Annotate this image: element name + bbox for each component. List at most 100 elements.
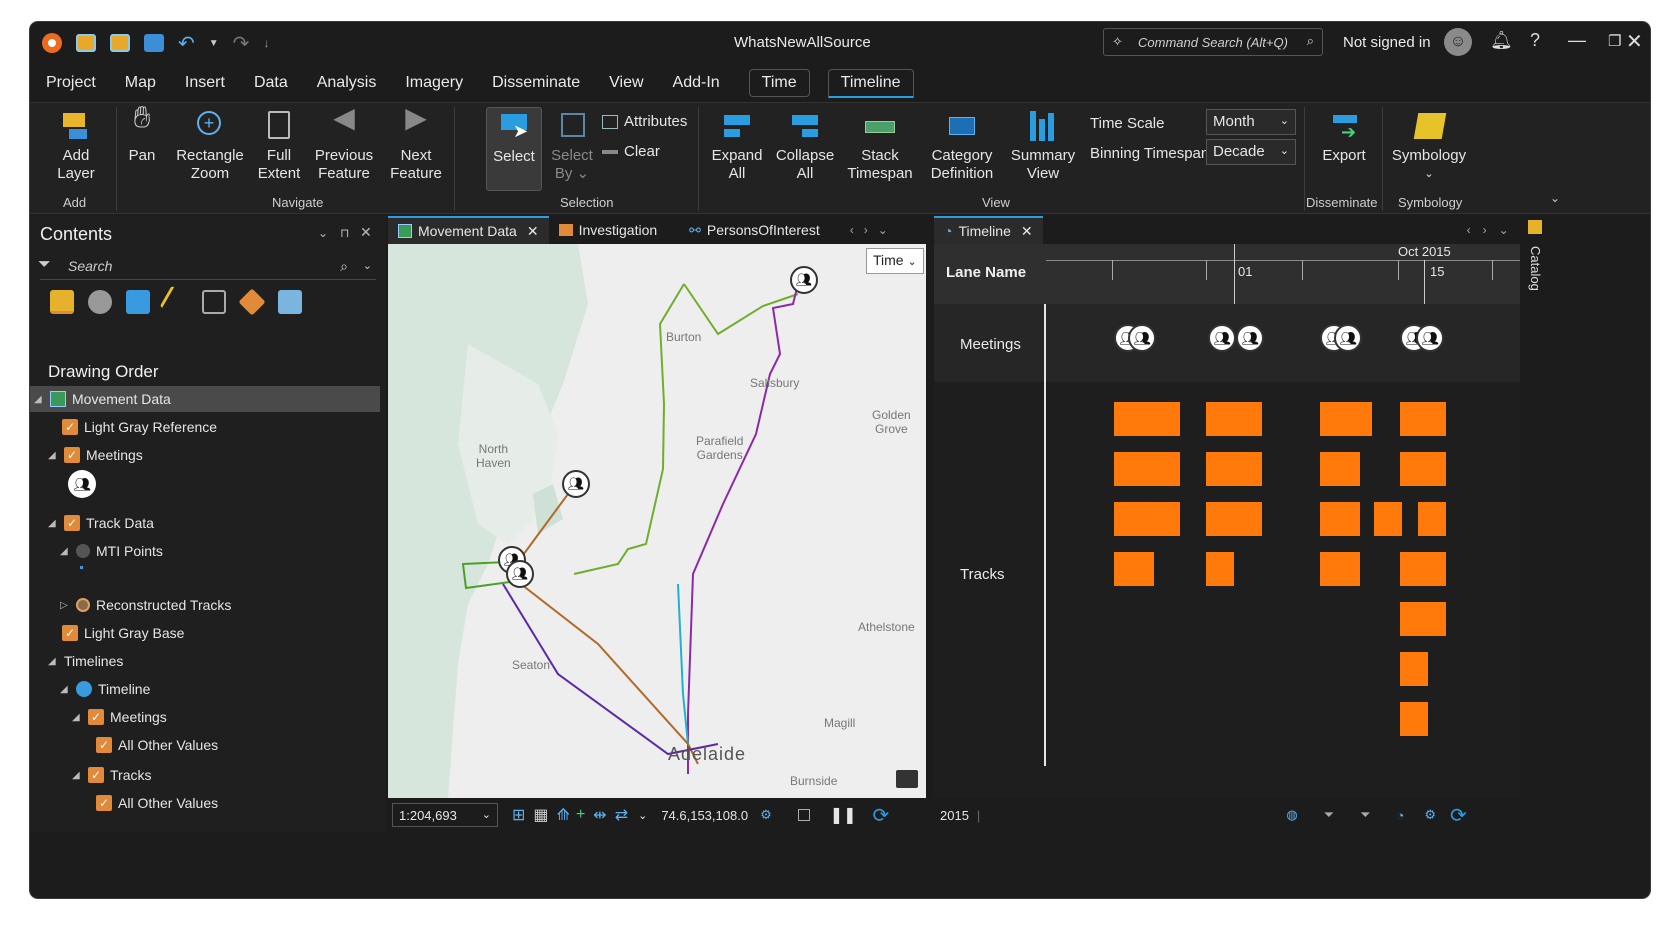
filter-options-icon[interactable]: ⏷: [1360, 807, 1370, 823]
tab-list-icon[interactable]: ⌄: [878, 223, 888, 237]
ribbon-collapse-icon[interactable]: ⌄: [1550, 191, 1560, 205]
collapse-all-button[interactable]: Collapse All: [772, 109, 838, 183]
drawing-order-icon[interactable]: [50, 290, 74, 314]
contents-search-input[interactable]: Search ⌕ ⌄: [40, 254, 376, 280]
navigator-icon[interactable]: ⟰: [557, 805, 570, 825]
snapping-icon[interactable]: [202, 290, 226, 314]
meeting-event-icon[interactable]: 👥︎: [1128, 324, 1156, 352]
expand-arrow-icon[interactable]: ◢: [60, 684, 70, 695]
grid-icon[interactable]: ⊞: [512, 805, 525, 825]
checkbox-checked-icon[interactable]: ✓: [64, 447, 80, 463]
tab-view[interactable]: View: [609, 70, 643, 96]
tab-data[interactable]: Data: [254, 70, 288, 96]
expand-arrow-icon[interactable]: ▷: [60, 600, 70, 611]
layer-visibility-icon[interactable]: [76, 598, 90, 612]
track-event-bar[interactable]: [1320, 502, 1360, 536]
layer-meetings[interactable]: ◢ ✓ Meetings: [48, 444, 143, 466]
expand-arrow-icon[interactable]: ◢: [48, 656, 58, 667]
layer-track-data[interactable]: ◢ ✓ Track Data: [48, 512, 154, 534]
tab-project[interactable]: Project: [46, 70, 96, 96]
catalog-side-tab[interactable]: Catalog: [1528, 246, 1543, 291]
editing-icon[interactable]: [159, 285, 193, 319]
refresh-icon[interactable]: ⟳: [873, 803, 890, 828]
restore-icon[interactable]: ❐: [1608, 32, 1621, 50]
track-event-bar[interactable]: [1400, 552, 1446, 586]
expand-arrow-icon[interactable]: ◢: [34, 394, 44, 405]
select-button[interactable]: ➤ Select: [486, 107, 542, 191]
track-event-bar[interactable]: [1114, 402, 1180, 436]
clear-button[interactable]: Clear: [602, 143, 660, 160]
tab-list-icon[interactable]: ⌄: [1499, 223, 1509, 237]
tab-disseminate[interactable]: Disseminate: [492, 70, 580, 96]
data-source-icon[interactable]: [88, 290, 112, 314]
select-by-button[interactable]: Select By ⌄: [548, 109, 596, 183]
close-tab-icon[interactable]: ✕: [527, 223, 539, 240]
tab-imagery[interactable]: Imagery: [405, 70, 463, 96]
selection-icon[interactable]: [126, 290, 150, 314]
bell-icon[interactable]: 🔔︎: [1490, 30, 1513, 51]
expand-arrow-icon[interactable]: ◢: [72, 712, 82, 723]
tab-timeline[interactable]: Timeline: [827, 68, 914, 98]
previous-feature-button[interactable]: ◀ Previous Feature: [308, 104, 380, 183]
meeting-event-icon[interactable]: 👥︎: [1236, 324, 1264, 352]
pin-icon[interactable]: ⊓: [340, 226, 349, 240]
expand-arrow-icon[interactable]: ◢: [48, 450, 58, 461]
undo-icon[interactable]: ↶: [178, 31, 195, 56]
save-icon[interactable]: [144, 34, 164, 52]
layer-light-gray-reference[interactable]: ✓ Light Gray Reference: [62, 416, 217, 438]
meeting-marker-icon[interactable]: 👥︎: [506, 560, 534, 588]
track-event-bar[interactable]: [1206, 402, 1262, 436]
pan-button[interactable]: ✋︎ Pan: [122, 103, 162, 165]
layer-mti-points[interactable]: ◢ MTI Points: [60, 540, 163, 562]
scroll-tabs-left-icon[interactable]: ‹: [1467, 223, 1471, 237]
timeline-item[interactable]: ◢ Timeline: [60, 678, 150, 700]
avatar[interactable]: ☺: [1444, 28, 1472, 56]
filter-icon[interactable]: ⏷: [1324, 807, 1334, 823]
minimize-icon[interactable]: —: [1568, 30, 1586, 51]
summary-view-button[interactable]: Summary View: [1006, 109, 1080, 183]
layer-movement-data[interactable]: ◢ Movement Data: [30, 386, 380, 412]
stop-icon[interactable]: [797, 809, 810, 821]
timeline-view[interactable]: Lane Name Oct 2015 01 15 Meetings Tracks…: [934, 244, 1520, 798]
labeling-icon[interactable]: [238, 288, 266, 316]
timeline-tracks-all-values[interactable]: ✓ All Other Values: [96, 792, 218, 814]
checkbox-checked-icon[interactable]: ✓: [96, 795, 112, 811]
chevron-down-icon[interactable]: ⌄: [638, 809, 647, 822]
stack-timespan-button[interactable]: Stack Timespan: [842, 109, 918, 183]
checkbox-checked-icon[interactable]: ✓: [64, 515, 80, 531]
meeting-event-icon[interactable]: 👥︎: [1416, 324, 1444, 352]
add-layer-button[interactable]: Add Layer: [46, 109, 106, 183]
meeting-event-icon[interactable]: 👥︎: [1334, 324, 1362, 352]
scroll-tabs-right-icon[interactable]: ›: [1483, 223, 1487, 237]
track-event-bar[interactable]: [1400, 652, 1428, 686]
refresh-icon[interactable]: ⟳: [1450, 803, 1467, 828]
time-icon[interactable]: ◔: [1396, 808, 1404, 823]
meeting-marker-icon[interactable]: 👥︎: [790, 266, 818, 294]
timeline-meetings-all-values[interactable]: ✓ All Other Values: [96, 734, 218, 756]
export-button[interactable]: ➔ Export: [1316, 109, 1372, 165]
selection-count-icon[interactable]: ⚙: [760, 807, 772, 823]
layer-reconstructed-tracks[interactable]: ▷ Reconstructed Tracks: [60, 594, 231, 616]
customize-icon[interactable]: ↓: [263, 36, 269, 50]
close-tab-icon[interactable]: ✕: [1021, 223, 1033, 240]
group-timelines[interactable]: ◢ Timelines: [48, 650, 123, 672]
command-search-input[interactable]: ✧ Command Search (Alt+Q) ⌕: [1103, 28, 1323, 56]
charts-icon[interactable]: [278, 290, 302, 314]
track-event-bar[interactable]: [1400, 402, 1446, 436]
timeline-meetings[interactable]: ◢ ✓ Meetings: [72, 706, 167, 728]
checkbox-checked-icon[interactable]: ✓: [96, 737, 112, 753]
undo-dropdown-icon[interactable]: ▼: [209, 38, 219, 49]
track-event-bar[interactable]: [1114, 452, 1180, 486]
track-event-bar[interactable]: [1320, 452, 1360, 486]
globe-icon[interactable]: ◍: [1286, 807, 1297, 823]
scroll-tabs-left-icon[interactable]: ‹: [850, 223, 854, 237]
checkbox-checked-icon[interactable]: ✓: [88, 709, 104, 725]
tab-analysis[interactable]: Analysis: [317, 70, 377, 96]
symbology-button[interactable]: Symbology ⌄: [1390, 109, 1468, 183]
tab-movement-data[interactable]: Movement Data ✕: [388, 216, 549, 244]
track-event-bar[interactable]: [1206, 452, 1262, 486]
redo-icon[interactable]: ↷: [233, 31, 250, 56]
map-view[interactable]: 👥︎ 👥︎ 👥︎ 👥︎ Time ⌄ Burton Salisbury Gold…: [388, 244, 926, 798]
rectangle-zoom-button[interactable]: + Rectangle Zoom: [174, 109, 246, 183]
expand-all-button[interactable]: Expand All: [706, 109, 768, 183]
